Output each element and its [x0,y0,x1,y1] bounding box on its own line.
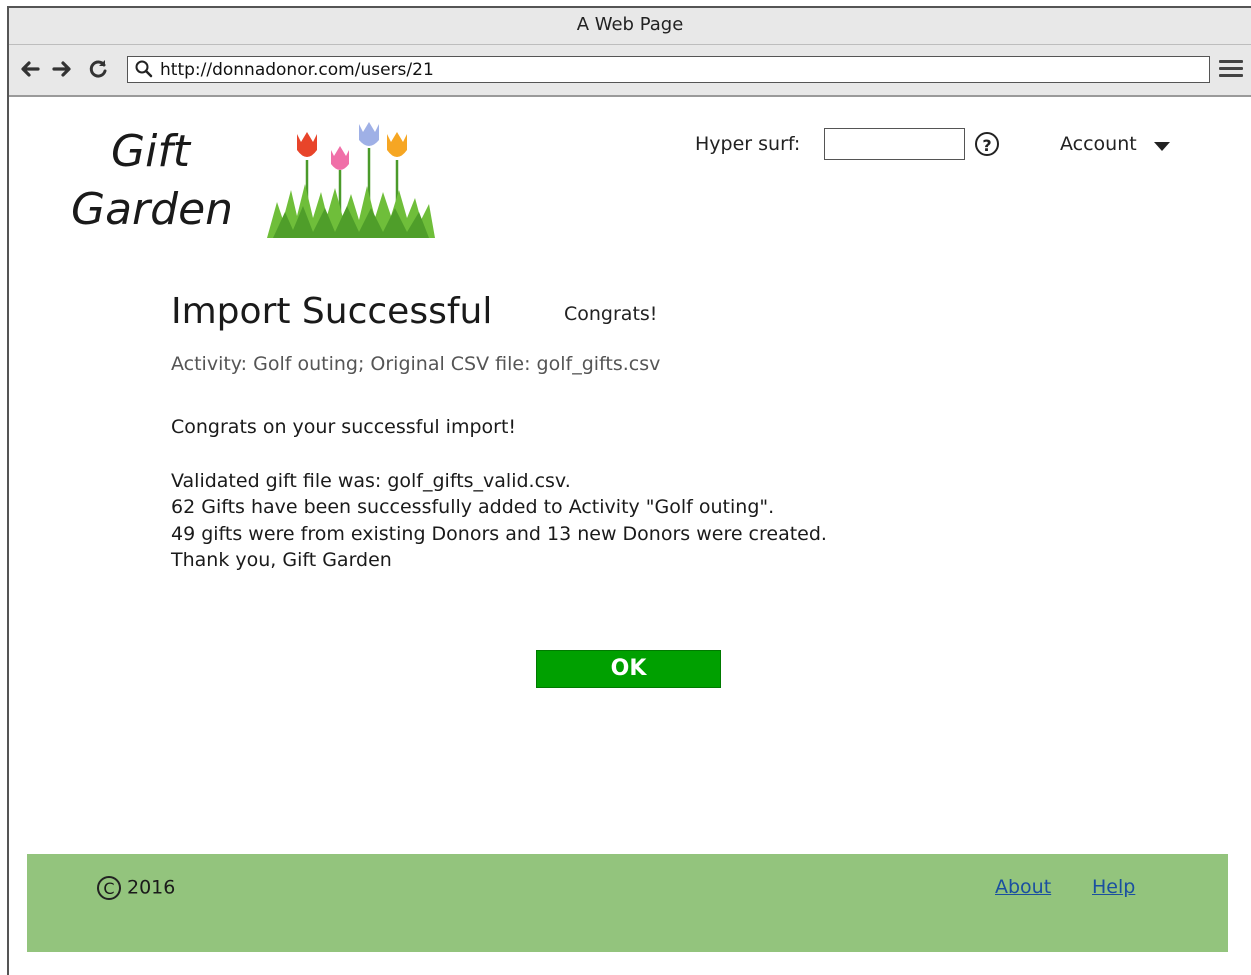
copyright-icon: C [97,876,121,900]
forward-arrow-icon[interactable] [49,57,75,81]
search-icon [134,59,154,83]
caret-down-icon[interactable] [1154,142,1170,151]
url-text: http://donnadonor.com/users/21 [160,60,434,80]
browser-window: A Web Page http://donnadonor.com/users/2… [7,6,1251,975]
ok-button[interactable]: OK [536,650,721,688]
hyper-surf-label: Hyper surf: [695,133,801,155]
activity-subline: Activity: Golf outing; Original CSV file… [171,353,661,375]
logo-text-garden: Garden [71,184,234,235]
account-menu[interactable]: Account [1060,133,1137,155]
copyright: C 2016 [97,876,175,900]
back-arrow-icon[interactable] [17,57,43,81]
message-line: Thank you, Gift Garden [171,549,392,571]
footer-link-help[interactable]: Help [1092,876,1135,898]
congrats-tag: Congrats! [564,303,658,325]
browser-toolbar: http://donnadonor.com/users/21 [9,45,1251,97]
reload-icon[interactable] [85,57,111,81]
tulip-logo-icon [263,120,439,244]
footer: C 2016 About Help [27,854,1228,952]
address-bar[interactable]: http://donnadonor.com/users/21 [127,56,1210,83]
message-intro: Congrats on your successful import! [171,416,517,438]
window-title: A Web Page [9,8,1251,45]
copyright-year: 2016 [127,876,176,899]
message-line: Validated gift file was: golf_gifts_vali… [171,470,571,492]
hyper-surf-input[interactable] [824,128,965,160]
page-title: Import Successful [171,291,493,332]
footer-link-about[interactable]: About [995,876,1051,898]
help-icon[interactable]: ? [975,132,999,156]
message-line: 49 gifts were from existing Donors and 1… [171,523,827,545]
hamburger-menu-icon[interactable] [1219,57,1243,81]
logo-text-gift: Gift [111,126,191,177]
message-line: 62 Gifts have been successfully added to… [171,496,775,518]
